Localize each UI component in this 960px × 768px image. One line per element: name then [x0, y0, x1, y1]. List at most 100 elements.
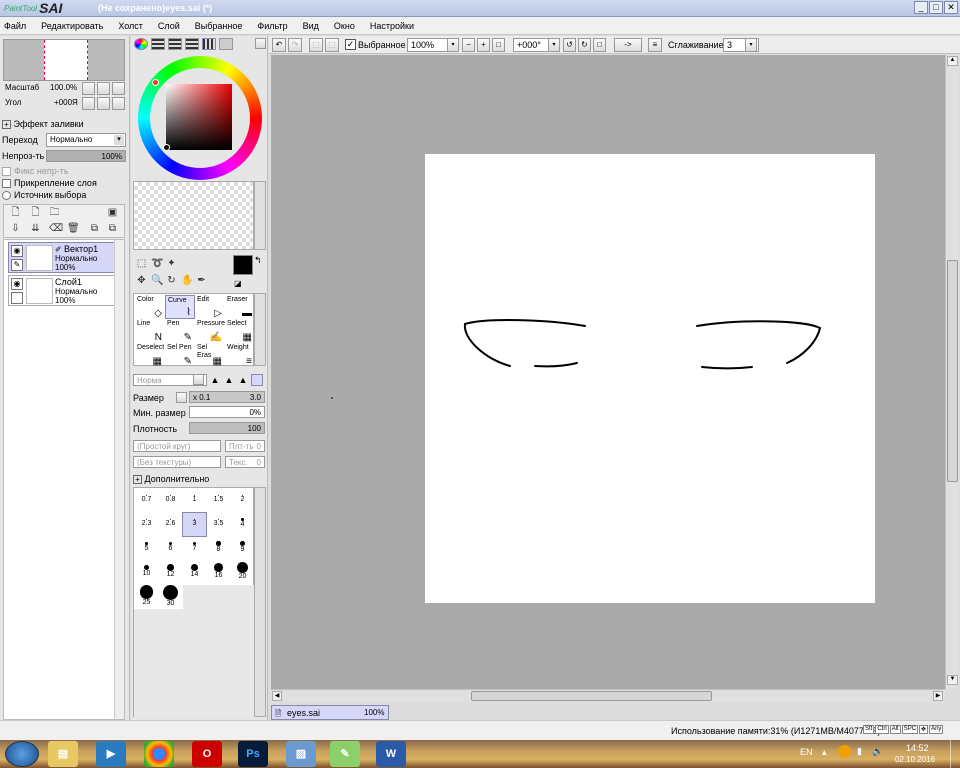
navigator-preview[interactable] — [3, 39, 125, 81]
swap-colors-icon[interactable]: ↰ — [254, 255, 262, 266]
opera-icon[interactable]: O — [192, 741, 222, 767]
chevron-down-icon[interactable] — [193, 374, 204, 385]
chevron-down-icon[interactable]: ▾ — [548, 38, 560, 52]
tool-color[interactable]: Color ◇ — [135, 295, 165, 319]
menu-layer[interactable]: Слой — [158, 21, 180, 31]
tray-arrow-icon[interactable]: ▴ — [822, 747, 827, 758]
opacity-slider[interactable]: 100% — [46, 150, 126, 162]
lasso-icon[interactable]: ➰ — [151, 258, 163, 269]
brush-size-10[interactable]: 10 — [135, 561, 158, 584]
tool-sel-eras[interactable]: Sel Eras ▦ — [195, 343, 225, 367]
new-folder-icon[interactable]: 🗀 — [49, 207, 60, 218]
delete-layer-icon[interactable]: 🗑 — [67, 223, 80, 234]
rotate-right-button[interactable] — [97, 97, 110, 110]
brush-size-12[interactable]: 12 — [159, 561, 182, 584]
scroll-down-icon[interactable]: ▼ — [947, 675, 958, 685]
tool-pen[interactable]: Pen ✎ — [165, 319, 195, 343]
photoshop-icon[interactable]: Ps — [238, 741, 268, 767]
tool-sel-pen[interactable]: Sel Pen ✎ — [165, 343, 195, 367]
brush-size-30[interactable]: 30 — [159, 585, 182, 608]
advanced-header[interactable]: + Дополнительно — [133, 474, 209, 484]
tool-eraser[interactable]: Eraser ▬ — [225, 295, 255, 319]
zoom-fit-icon[interactable]: □ — [492, 38, 505, 52]
new-layer-icon[interactable]: 🗋 — [10, 207, 21, 218]
rgb-slider-tab-icon[interactable] — [151, 38, 165, 50]
horizontal-scroll-thumb[interactable] — [471, 691, 712, 701]
apply-mask-icon[interactable]: ⧉ — [89, 223, 100, 234]
mix-slider-tab-icon[interactable] — [185, 38, 199, 50]
brush-size-8[interactable]: 8 — [207, 537, 230, 560]
brush-size-1[interactable]: 1 — [183, 489, 206, 512]
menu-view[interactable]: Вид — [303, 21, 319, 31]
brush-size-6[interactable]: 6 — [159, 537, 182, 560]
vertical-scroll-thumb[interactable] — [947, 260, 958, 482]
brush-size-25[interactable]: 25 — [135, 585, 158, 608]
painttool-sai-taskbar-icon[interactable]: ✎ — [330, 741, 360, 767]
brush-size-2[interactable]: 2 — [231, 489, 254, 512]
stabilizer-icon[interactable]: ≡ — [648, 38, 662, 52]
layer-item-vector1[interactable]: ◉ ✎ ✐ Вектор1 Нормально 100% — [8, 242, 116, 273]
tool-weight[interactable]: Weight ≡ — [225, 343, 255, 367]
foreground-color-swatch[interactable] — [233, 255, 253, 275]
move-icon[interactable]: ✥ — [136, 275, 147, 286]
clear-layer-icon[interactable]: ⌫ — [49, 223, 63, 234]
maximize-button[interactable]: □ — [929, 1, 943, 14]
eyedropper-icon[interactable]: ✒ — [196, 275, 207, 286]
tool-edit[interactable]: Edit ▷ — [195, 295, 225, 319]
clock-date[interactable]: 02.10.2016 — [895, 755, 935, 764]
brush-size-3.5[interactable]: 3.5 — [207, 513, 230, 536]
lock-checkbox[interactable] — [11, 292, 23, 304]
zoom-in-icon[interactable]: + — [477, 38, 490, 52]
menu-canvas[interactable]: Холст — [118, 21, 143, 31]
zoom-reset-button[interactable] — [112, 82, 125, 95]
zoom-out-icon[interactable]: − — [462, 38, 475, 52]
tool-curve[interactable]: Curve ⌇ — [165, 295, 195, 319]
chrome-icon[interactable] — [144, 741, 174, 767]
deselect-icon[interactable]: ⬚ — [309, 38, 323, 52]
canvas-vertical-scrollbar[interactable]: ▲ ▼ — [945, 55, 959, 689]
menu-file[interactable]: Файл — [4, 21, 26, 31]
eye-icon[interactable]: ◉ — [11, 245, 23, 257]
flip-button[interactable]: -> — [614, 38, 642, 52]
brush-size-9[interactable]: 9 — [231, 537, 254, 560]
rotate-left-button[interactable] — [82, 97, 95, 110]
rotate-reset-button[interactable] — [112, 97, 125, 110]
selection-checkbox[interactable]: ✓ — [345, 39, 356, 50]
brush-size-2.6[interactable]: 2.6 — [159, 513, 182, 536]
saturation-value-square[interactable] — [166, 84, 232, 150]
menu-window[interactable]: Окно — [334, 21, 355, 31]
scratchpad-tab-icon[interactable] — [219, 38, 233, 50]
merge-down-icon[interactable]: ⇊ — [30, 223, 41, 234]
brush-shape-select[interactable]: (Простой круг) — [133, 440, 221, 452]
rotate-cw-icon[interactable]: ↻ — [578, 38, 591, 52]
brush-size-0.7[interactable]: 0.7 — [135, 489, 158, 512]
chevron-down-icon[interactable]: ▾ — [745, 38, 757, 52]
show-desktop-button[interactable] — [950, 740, 960, 768]
tool-deselect[interactable]: Deselect ▦ — [135, 343, 165, 367]
zoom-in-button[interactable] — [97, 82, 110, 95]
language-indicator[interactable]: EN — [800, 747, 813, 757]
brush-size-7[interactable]: 7 — [183, 537, 206, 560]
network-icon[interactable]: ▮ — [857, 746, 862, 757]
word-icon[interactable]: W — [376, 741, 406, 767]
zoom-out-button[interactable] — [82, 82, 95, 95]
brush-size-5[interactable]: 5 — [135, 537, 158, 560]
marquee-icon[interactable]: ⬚ — [136, 258, 147, 269]
brush-size-4[interactable]: 4 — [231, 513, 254, 536]
brush-size-14[interactable]: 14 — [183, 561, 206, 584]
hsv-slider-tab-icon[interactable] — [168, 38, 182, 50]
new-vector-layer-icon[interactable]: 🗋 — [30, 207, 41, 218]
hue-marker[interactable] — [152, 79, 159, 86]
rotate-icon[interactable]: ↻ — [166, 275, 177, 286]
color-marker[interactable] — [163, 144, 170, 151]
media-player-icon[interactable]: ▶ — [96, 741, 126, 767]
swatch-grid[interactable] — [133, 181, 254, 250]
size-slider[interactable]: x 0.1 3.0 — [189, 391, 265, 403]
undo-icon[interactable]: ↶ — [272, 38, 286, 52]
tool-grid-scrollbar[interactable] — [254, 293, 266, 366]
tray-app-icon[interactable] — [838, 745, 851, 758]
selection-source-radio[interactable]: Источник выбора — [2, 190, 86, 200]
texture-strength-field[interactable]: Текс. 0 — [225, 456, 265, 468]
chevron-down-icon[interactable]: ▾ — [447, 38, 459, 52]
tool-pressure[interactable]: Pressure ✍ — [195, 319, 225, 343]
